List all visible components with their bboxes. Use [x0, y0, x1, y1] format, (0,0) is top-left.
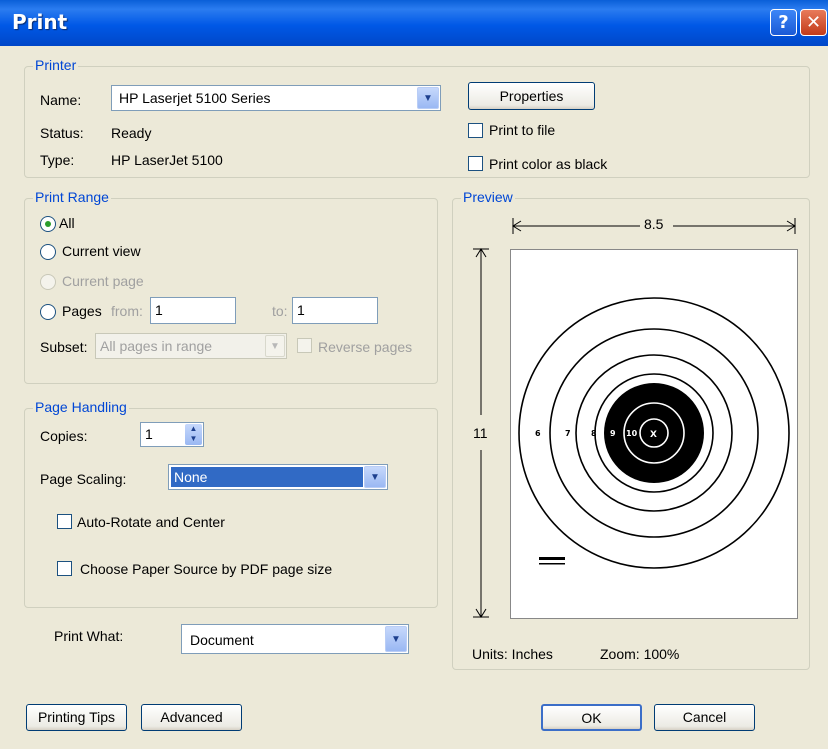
help-button[interactable]: ?	[770, 9, 797, 36]
radio-current-page	[40, 274, 56, 290]
radio-all-label[interactable]: All	[59, 215, 75, 231]
properties-button-label: Properties	[499, 88, 564, 104]
page-scaling-label: Page Scaling:	[40, 471, 127, 487]
radio-pages-label[interactable]: Pages	[62, 303, 102, 319]
spin-arrows-icon[interactable]: ▲ ▼	[185, 424, 202, 445]
close-x-icon: ✕	[805, 12, 822, 33]
radio-current-view-label[interactable]: Current view	[62, 243, 141, 259]
print-to-file-checkbox[interactable]	[468, 123, 483, 138]
print-what-value: Document	[190, 632, 254, 648]
bullseye-target-image: 6 7 8 9 10 X	[518, 297, 790, 569]
print-to-file-label[interactable]: Print to file	[489, 122, 555, 138]
to-label: to:	[272, 303, 288, 319]
page-handling-legend: Page Handling	[33, 399, 129, 415]
copies-stepper[interactable]: 1 ▲ ▼	[140, 422, 204, 447]
print-range-legend: Print Range	[33, 189, 111, 205]
page-scaling-value: None	[174, 469, 208, 485]
pages-from-value: 1	[155, 302, 163, 318]
printer-status-value: Ready	[111, 125, 152, 141]
ring-label: 10	[626, 429, 638, 438]
chevron-down-icon[interactable]: ▼	[385, 626, 407, 652]
cancel-button[interactable]: Cancel	[654, 704, 755, 731]
pages-from-input[interactable]: 1	[150, 297, 236, 324]
zoom-text: Zoom: 100%	[600, 646, 680, 662]
paper-source-checkbox[interactable]	[57, 561, 72, 576]
pages-to-input[interactable]: 1	[292, 297, 378, 324]
chevron-down-icon[interactable]: ▼	[417, 87, 439, 109]
properties-button[interactable]: Properties	[468, 82, 595, 110]
close-button[interactable]: ✕	[800, 9, 827, 36]
printer-type-label: Type:	[40, 152, 75, 168]
advanced-button[interactable]: Advanced	[141, 704, 242, 731]
target-maker-mark	[539, 563, 565, 565]
reverse-pages-label: Reverse pages	[318, 339, 413, 355]
radio-current-view[interactable]	[40, 244, 56, 260]
printer-legend: Printer	[33, 57, 79, 73]
print-what-select[interactable]: Document ▼	[181, 624, 409, 654]
chevron-down-icon[interactable]: ▼	[364, 466, 386, 488]
preview-page: 6 7 8 9 10 X	[510, 249, 798, 619]
pages-to-value: 1	[297, 302, 305, 318]
chevron-down-icon: ▼	[265, 335, 285, 357]
preview-legend: Preview	[461, 189, 515, 205]
auto-rotate-checkbox[interactable]	[57, 514, 72, 529]
ok-label: OK	[581, 710, 602, 726]
ring-label: 9	[610, 429, 616, 438]
units-text: Units: Inches	[472, 646, 553, 662]
print-color-as-black-label[interactable]: Print color as black	[489, 156, 607, 172]
printer-name-value: HP Laserjet 5100 Series	[119, 90, 271, 106]
printing-tips-button[interactable]: Printing Tips	[26, 704, 127, 731]
preview-width-label: 8.5	[644, 216, 664, 232]
advanced-label: Advanced	[160, 709, 223, 725]
reverse-pages-checkbox	[297, 338, 312, 353]
printer-status-label: Status:	[40, 125, 84, 141]
radio-all[interactable]	[40, 216, 56, 232]
radio-pages[interactable]	[40, 304, 56, 320]
title-bar: Print ? ✕	[0, 0, 828, 46]
ok-button[interactable]: OK	[541, 704, 642, 731]
copies-value: 1	[145, 426, 153, 442]
question-mark-icon: ?	[778, 12, 789, 33]
page-scaling-select[interactable]: None ▼	[168, 464, 388, 490]
print-color-as-black-checkbox[interactable]	[468, 156, 483, 171]
from-label: from:	[111, 303, 143, 319]
ring-label: 6	[535, 429, 541, 438]
print-what-label: Print What:	[54, 628, 124, 644]
radio-current-page-label: Current page	[62, 273, 144, 289]
printing-tips-label: Printing Tips	[37, 709, 116, 725]
cancel-label: Cancel	[682, 709, 727, 725]
target-maker-mark	[539, 557, 565, 560]
ring-label: 8	[591, 429, 597, 438]
subset-value: All pages in range	[100, 338, 213, 354]
preview-height-label: 11	[473, 425, 488, 441]
auto-rotate-label[interactable]: Auto-Rotate and Center	[77, 514, 225, 530]
printer-name-label: Name:	[40, 92, 82, 108]
ring-label: 7	[565, 429, 571, 438]
subset-label: Subset:	[40, 339, 88, 355]
printer-type-value: HP LaserJet 5100	[111, 152, 223, 168]
ring-label: X	[650, 430, 657, 440]
printer-name-select[interactable]: HP Laserjet 5100 Series ▼	[111, 85, 441, 111]
paper-source-label[interactable]: Choose Paper Source by PDF page size	[80, 561, 332, 577]
dialog-title: Print	[12, 10, 68, 34]
subset-select: All pages in range ▼	[95, 333, 287, 359]
copies-label: Copies:	[40, 428, 88, 444]
print-dialog: Print ? ✕ Printer Name: HP Laserjet 5100…	[0, 0, 828, 749]
